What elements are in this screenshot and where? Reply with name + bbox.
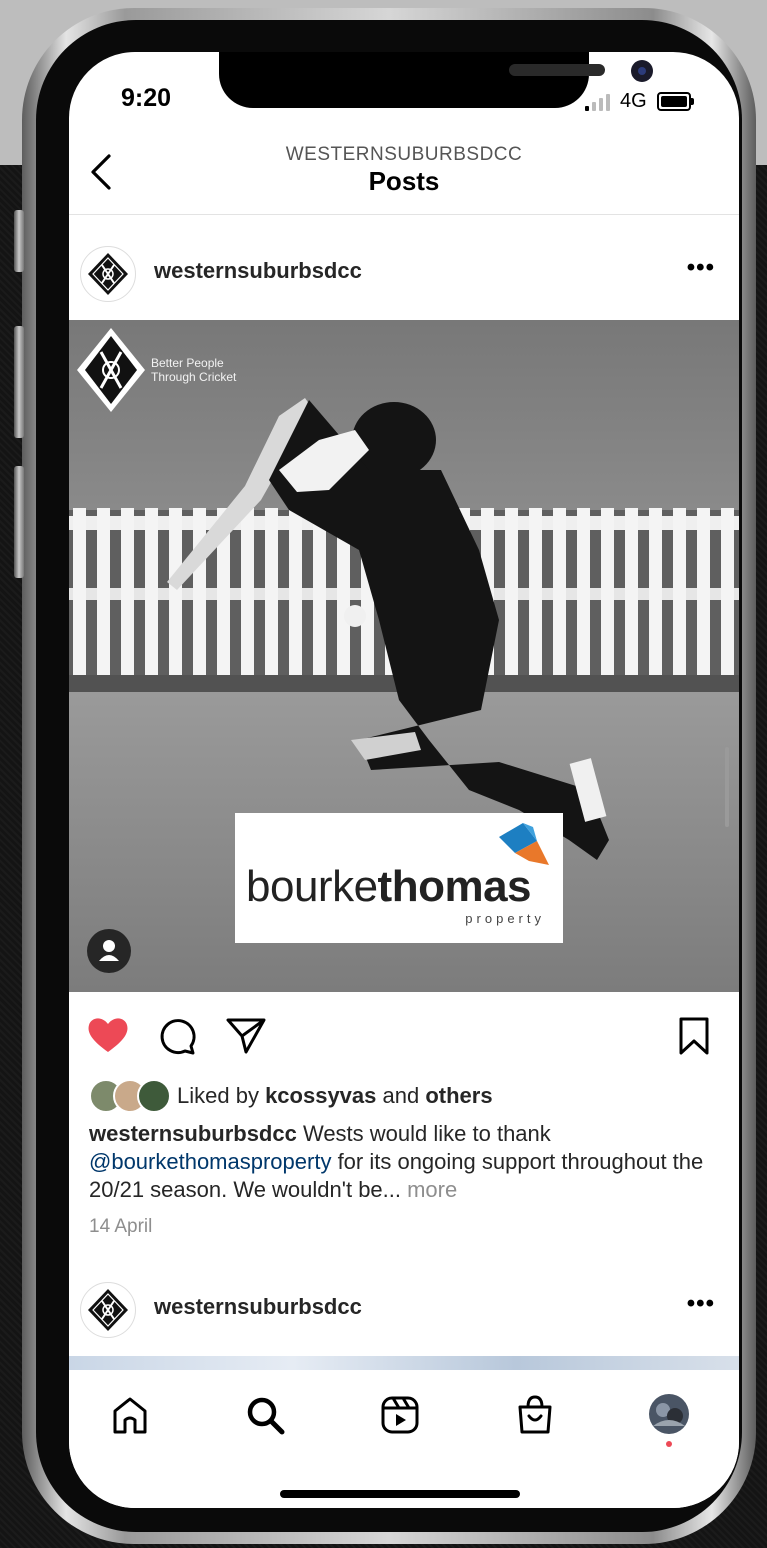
front-camera (631, 60, 653, 82)
volume-down-button (14, 466, 24, 578)
caption-mention-link[interactable]: @bourkethomasproperty (89, 1149, 331, 1174)
status-indicators: 4G (585, 90, 694, 113)
volume-up-button (14, 326, 24, 438)
comment-icon[interactable] (157, 1016, 197, 1061)
more-options-icon[interactable]: ••• (687, 1290, 715, 1318)
account-name: WESTERNSUBURBSDCC (285, 144, 523, 165)
battery-icon (656, 92, 694, 111)
post-image[interactable]: Better People Through Cricket bourkethom… (69, 320, 739, 992)
speaker (509, 64, 605, 76)
save-bookmark-icon[interactable] (677, 1016, 711, 1061)
home-indicator[interactable] (280, 1490, 520, 1498)
like-heart-icon[interactable] (87, 1016, 129, 1059)
page-title: Posts (368, 166, 440, 196)
mute-switch (14, 210, 24, 272)
post-actions (69, 992, 739, 1082)
search-icon[interactable] (244, 1394, 286, 1441)
phone-screen: 9:20 4G WESTERNSUBURBSDCC Posts westerns… (69, 52, 739, 1508)
status-time: 9:20 (121, 84, 172, 112)
network-label: 4G (620, 90, 647, 112)
caption-username[interactable]: westernsuburbsdcc (89, 1121, 297, 1146)
likes-others-link[interactable]: others (425, 1083, 492, 1108)
post-date: 14 April (89, 1216, 153, 1237)
sponsor-subtitle: property (465, 911, 545, 926)
likes-text: Liked by kcossyvas and others (177, 1083, 493, 1108)
nav-header: WESTERNSUBURBSDCC Posts (69, 144, 739, 215)
next-post-header: westernsuburbsdcc ••• (69, 1268, 739, 1348)
post-caption: westernsuburbsdcc Wests would like to th… (89, 1121, 704, 1202)
tab-bar (69, 1370, 739, 1508)
post-header: westernsuburbsdcc ••• (69, 232, 739, 312)
notch (219, 52, 653, 108)
liker-avatar (137, 1079, 171, 1113)
likes-row[interactable]: Liked by kcossyvas and others (89, 1076, 729, 1116)
home-icon[interactable] (109, 1394, 151, 1441)
sponsor-name: bourkethomas (246, 862, 532, 911)
caption-more-link[interactable]: more (407, 1177, 457, 1202)
shop-icon[interactable] (514, 1394, 556, 1441)
scroll-indicator[interactable] (725, 747, 729, 827)
sponsor-emblem-icon (499, 823, 549, 865)
profile-notification-dot (666, 1441, 672, 1447)
more-options-icon[interactable]: ••• (687, 254, 715, 282)
sponsor-logo: bourkethomas property (235, 813, 563, 943)
avatar[interactable] (80, 1282, 136, 1338)
post-username[interactable]: westernsuburbsdcc (154, 258, 362, 284)
profile-avatar[interactable] (647, 1392, 691, 1441)
club-logo-icon (77, 328, 145, 412)
next-post-username[interactable]: westernsuburbsdcc (154, 1294, 362, 1320)
share-icon[interactable] (225, 1016, 267, 1061)
tagged-user-icon[interactable] (87, 929, 131, 973)
signal-icon (585, 93, 610, 111)
liker-username[interactable]: kcossyvas (265, 1083, 376, 1108)
avatar[interactable] (80, 246, 136, 302)
next-post-image[interactable] (69, 1356, 739, 1370)
reels-icon[interactable] (379, 1394, 421, 1441)
club-tagline: Better People Through Cricket (151, 356, 237, 384)
